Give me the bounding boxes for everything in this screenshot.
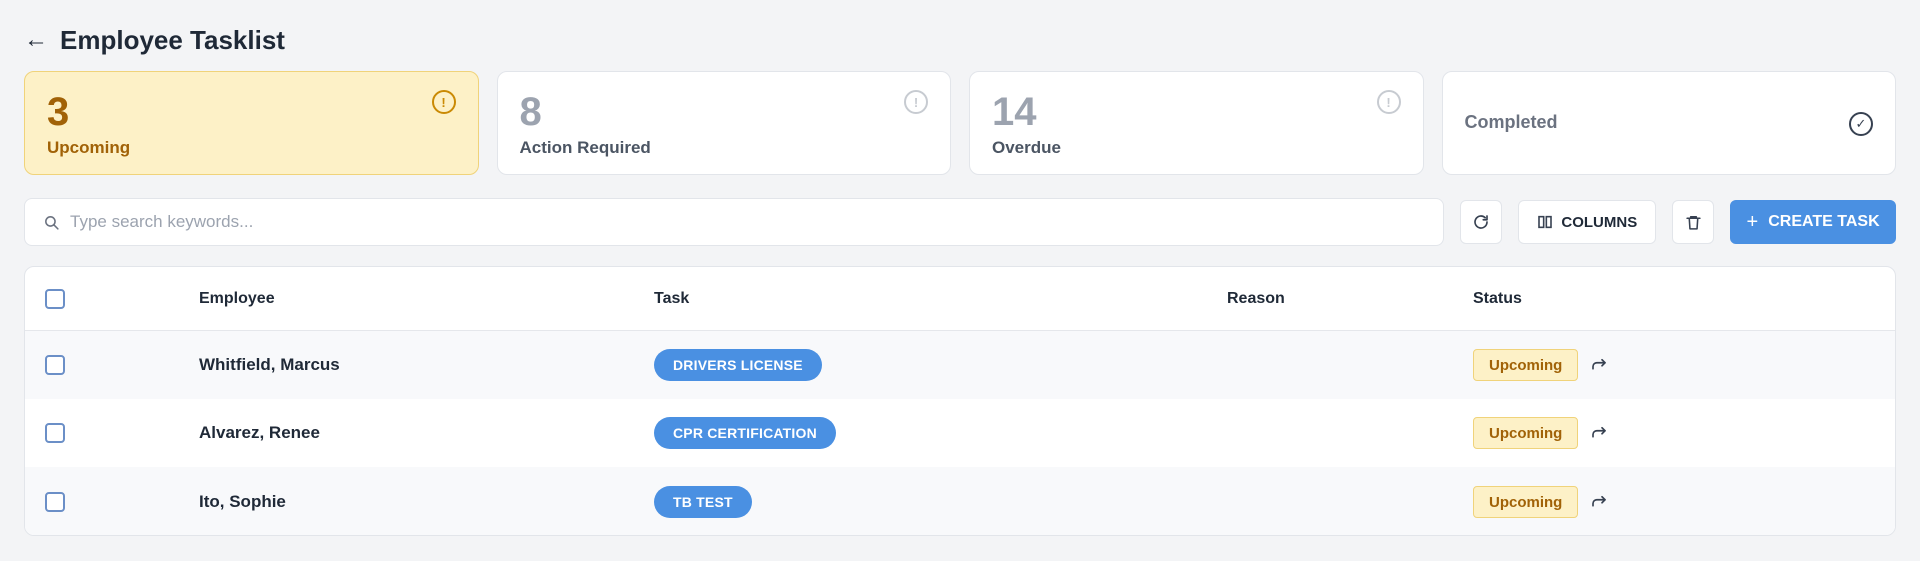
- create-task-label: CREATE TASK: [1768, 213, 1880, 230]
- table-row[interactable]: Ito, Sophie TB TEST Upcoming: [25, 467, 1895, 535]
- table-row[interactable]: Alvarez, Renee CPR CERTIFICATION Upcomin…: [25, 399, 1895, 467]
- task-chip[interactable]: CPR CERTIFICATION: [654, 417, 836, 449]
- employee-tasklist-page: ← Employee Tasklist 3 Upcoming ! 8 Actio…: [0, 0, 1920, 561]
- card-label: Overdue: [992, 138, 1061, 157]
- page-title: Employee Tasklist: [60, 24, 285, 55]
- search-icon: [45, 215, 59, 230]
- task-chip[interactable]: DRIVERS LICENSE: [654, 349, 822, 381]
- columns-label: COLUMNS: [1561, 213, 1638, 231]
- row-checkbox[interactable]: [45, 355, 65, 375]
- plus-icon: +: [1746, 211, 1759, 233]
- task-table: Employee Task Reason Status Whitfield, M…: [24, 266, 1896, 536]
- alert-circle-icon: !: [904, 90, 928, 114]
- card-label: Completed: [1464, 112, 1558, 132]
- card-upcoming[interactable]: 3 Upcoming !: [24, 71, 479, 175]
- forward-arrow-icon[interactable]: [1590, 424, 1608, 442]
- status-badge: Upcoming: [1473, 349, 1579, 381]
- summary-cards: 3 Upcoming ! 8 Action Required ! 14 Over…: [24, 71, 1896, 175]
- forward-arrow-icon[interactable]: [1590, 493, 1608, 511]
- status-badge: Upcoming: [1473, 417, 1579, 449]
- trash-icon: [1686, 215, 1701, 230]
- column-header-employee[interactable]: Employee: [199, 267, 275, 330]
- columns-icon: [1538, 215, 1553, 229]
- alert-circle-icon: !: [1376, 90, 1401, 114]
- column-header-status[interactable]: Status: [1473, 267, 1522, 330]
- task-chip[interactable]: TB TEST: [654, 486, 752, 518]
- columns-button[interactable]: COLUMNS: [1518, 200, 1657, 244]
- create-task-button[interactable]: + CREATE TASK: [1730, 200, 1896, 244]
- employee-name[interactable]: Alvarez, Renee: [199, 399, 320, 467]
- refresh-button[interactable]: [1460, 200, 1503, 244]
- card-label: Action Required: [519, 138, 651, 157]
- select-all-checkbox[interactable]: [45, 288, 65, 309]
- forward-arrow-icon[interactable]: [1590, 356, 1608, 374]
- employee-name[interactable]: Ito, Sophie: [199, 467, 286, 535]
- table-header-row: Employee Task Reason Status: [25, 267, 1895, 331]
- employee-name[interactable]: Whitfield, Marcus: [199, 331, 340, 399]
- status-badge: Upcoming: [1473, 486, 1579, 518]
- row-checkbox[interactable]: [45, 423, 65, 443]
- alert-circle-icon: !: [431, 90, 456, 114]
- column-header-task[interactable]: Task: [654, 267, 689, 330]
- card-completed[interactable]: Completed ✓: [1441, 71, 1896, 175]
- search-box: [24, 198, 1445, 246]
- card-count: 14: [992, 90, 1037, 134]
- search-input[interactable]: [70, 212, 1370, 232]
- column-header-reason[interactable]: Reason: [1227, 267, 1285, 330]
- check-circle-icon: ✓: [1849, 112, 1873, 136]
- card-count: 8: [519, 90, 542, 134]
- row-checkbox[interactable]: [45, 492, 65, 512]
- card-label: Upcoming: [47, 138, 131, 157]
- table-row[interactable]: Whitfield, Marcus DRIVERS LICENSE Upcomi…: [25, 331, 1895, 399]
- card-action-required[interactable]: 8 Action Required !: [496, 71, 951, 175]
- toolbar: COLUMNS + CREATE TASK: [24, 198, 1896, 246]
- refresh-icon: [1474, 215, 1489, 229]
- page-header: ← Employee Tasklist: [24, 22, 285, 58]
- card-overdue[interactable]: 14 Overdue !: [969, 71, 1424, 175]
- delete-button[interactable]: [1672, 200, 1715, 244]
- back-arrow-icon[interactable]: ←: [24, 22, 60, 58]
- card-count: 3: [47, 90, 70, 134]
